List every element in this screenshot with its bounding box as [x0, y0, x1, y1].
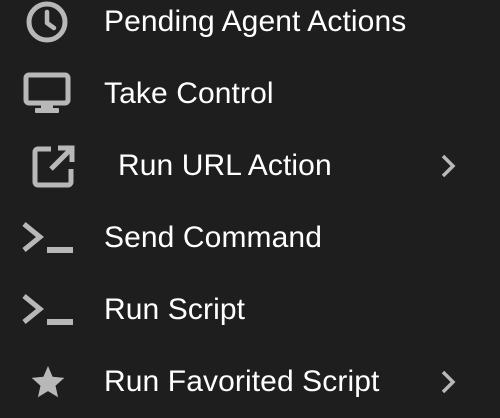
menu-item-run-favorited-script[interactable]: Run Favorited Script	[0, 346, 500, 418]
clock-icon	[22, 0, 72, 47]
menu-item-run-script[interactable]: Run Script	[0, 274, 500, 346]
menu-item-label: Send Command	[104, 221, 322, 254]
chevron-right-icon	[436, 152, 460, 180]
menu-item-label: Run URL Action	[118, 149, 332, 182]
context-menu: Pending Agent Actions Take Control Run U…	[0, 0, 500, 416]
menu-item-pending-agent-actions[interactable]: Pending Agent Actions	[0, 0, 500, 58]
open-in-new-icon	[30, 142, 78, 190]
menu-item-send-command[interactable]: Send Command	[0, 202, 500, 274]
terminal-icon	[20, 218, 76, 258]
menu-item-run-url-action[interactable]: Run URL Action	[0, 130, 500, 202]
chevron-right-icon	[436, 368, 460, 396]
menu-item-label: Run Script	[104, 293, 246, 326]
menu-item-label: Take Control	[104, 77, 274, 110]
menu-item-take-control[interactable]: Take Control	[0, 58, 500, 130]
menu-item-label: Run Favorited Script	[104, 365, 380, 398]
star-icon	[28, 362, 68, 402]
menu-item-label: Pending Agent Actions	[104, 5, 407, 38]
monitor-icon	[22, 72, 72, 116]
terminal-icon	[20, 290, 76, 330]
